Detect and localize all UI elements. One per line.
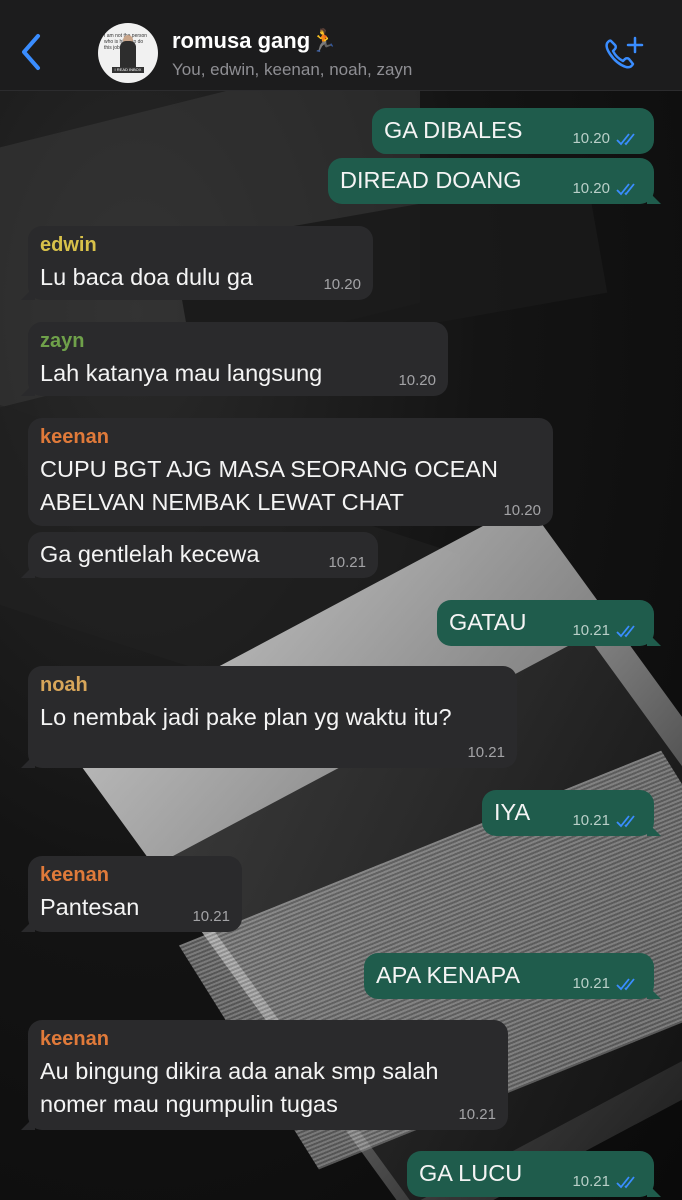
- outgoing-message[interactable]: DIREAD DOANG 10.20: [328, 158, 661, 204]
- message-text: GATAU: [449, 609, 527, 635]
- message-time: 10.21: [572, 622, 610, 639]
- chat-title[interactable]: romusa gang🏃: [172, 28, 338, 54]
- bubble-tail: [647, 632, 661, 646]
- incoming-message[interactable]: keenan Au bingung dikira ada anak smp sa…: [21, 1020, 508, 1130]
- outgoing-message[interactable]: GATAU 10.21: [437, 600, 661, 646]
- message-time: 10.21: [328, 554, 366, 571]
- message-time: 10.21: [572, 1173, 610, 1190]
- incoming-message[interactable]: zayn Lah katanya mau langsung 10.20: [21, 322, 448, 396]
- sender-name: noah: [40, 674, 88, 696]
- message-time: 10.20: [398, 372, 436, 389]
- incoming-message[interactable]: noah Lo nembak jadi pake plan yg waktu i…: [21, 666, 517, 768]
- message-text: Au bingung dikira ada anak smp salah nom…: [40, 1058, 439, 1117]
- message-time: 10.21: [467, 744, 505, 761]
- read-receipt-icon: [616, 1176, 635, 1189]
- sender-name: keenan: [40, 426, 109, 448]
- outgoing-message[interactable]: GA LUCU 10.21: [407, 1151, 661, 1197]
- bubble-tail: [647, 1183, 661, 1197]
- add-call-icon: [605, 36, 644, 69]
- message-time: 10.21: [572, 975, 610, 992]
- message-time: 10.21: [458, 1106, 496, 1123]
- message-text: APA KENAPA: [376, 962, 521, 988]
- read-receipt-icon: [616, 978, 635, 991]
- group-avatar[interactable]: I am not the person who is hired to do t…: [98, 23, 158, 83]
- outgoing-message[interactable]: APA KENAPA 10.21: [364, 953, 661, 999]
- bubble-tail: [21, 918, 35, 932]
- message-list[interactable]: GA DIBALES 10.20 DIREAD DOANG 10.20 edwi…: [0, 0, 682, 1200]
- group-name: romusa gang: [172, 28, 311, 53]
- chevron-left-icon: [22, 34, 40, 70]
- read-receipt-icon: [616, 815, 635, 828]
- bubble-tail: [647, 985, 661, 999]
- message-text: Lo nembak jadi pake plan yg waktu itu?: [40, 704, 452, 730]
- back-button[interactable]: [18, 32, 48, 72]
- message-text: DIREAD DOANG: [340, 167, 522, 193]
- message-text: Pantesan: [40, 894, 140, 920]
- message-text: Ga gentlelah kecewa: [40, 541, 260, 567]
- message-text: GA LUCU: [419, 1160, 523, 1186]
- message-text: Lu baca doa dulu ga: [40, 264, 253, 290]
- read-receipt-icon: [616, 625, 635, 638]
- bubble-tail: [21, 382, 35, 396]
- message-text: Lah katanya mau langsung: [40, 360, 323, 386]
- message-time: 10.20: [572, 180, 610, 197]
- chat-header: I am not the person who is hired to do t…: [0, 0, 682, 91]
- incoming-message[interactable]: keenan Pantesan 10.21: [21, 856, 242, 932]
- bubble-tail: [21, 754, 35, 768]
- message-time: 10.20: [323, 276, 361, 293]
- message-time: 10.20: [572, 130, 610, 147]
- avatar-person: [120, 41, 136, 69]
- incoming-message[interactable]: keenan CUPU BGT AJG MASA SEORANG OCEAN A…: [28, 418, 553, 526]
- bubble-tail: [21, 286, 35, 300]
- bubble-tail: [21, 1116, 35, 1130]
- incoming-message[interactable]: edwin Lu baca doa dulu ga 10.20: [21, 226, 373, 300]
- message-text: GA DIBALES: [384, 117, 523, 143]
- message-time: 10.20: [503, 502, 541, 519]
- message-text: CUPU BGT AJG MASA SEORANG OCEAN ABELVAN …: [40, 456, 498, 515]
- sender-name: keenan: [40, 1028, 109, 1050]
- sender-name: edwin: [40, 234, 97, 256]
- bubble-tail: [647, 190, 661, 204]
- incoming-message[interactable]: Ga gentlelah kecewa 10.21: [21, 532, 378, 578]
- read-receipt-icon: [616, 183, 635, 196]
- message-text: IYA: [494, 799, 531, 825]
- message-time: 10.21: [192, 908, 230, 925]
- bubble-tail: [21, 564, 35, 578]
- message-time: 10.21: [572, 812, 610, 829]
- bubble-tail: [647, 822, 661, 836]
- add-call-button[interactable]: [602, 36, 646, 72]
- read-receipt-icon: [616, 133, 635, 146]
- avatar-badge: I READ INBOX: [112, 67, 144, 73]
- group-members[interactable]: You, edwin, keenan, noah, zayn: [172, 60, 412, 80]
- sender-name: zayn: [40, 330, 85, 352]
- outgoing-message[interactable]: GA DIBALES 10.20: [372, 108, 654, 154]
- sender-name: keenan: [40, 864, 109, 886]
- runner-emoji: 🏃: [310, 28, 338, 53]
- outgoing-message[interactable]: IYA 10.21: [482, 790, 661, 836]
